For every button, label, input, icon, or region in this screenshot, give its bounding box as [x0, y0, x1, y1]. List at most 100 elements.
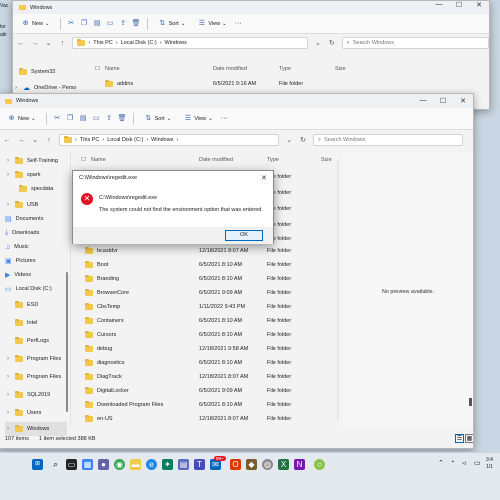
- chevron-right-icon[interactable]: ›: [5, 392, 11, 398]
- back-search-input[interactable]: ⌕ Search Windows: [341, 37, 489, 49]
- wifi-icon[interactable]: ◔: [450, 459, 454, 466]
- paste-icon[interactable]: ▤: [79, 114, 88, 123]
- chevron-down-icon[interactable]: ⌄: [314, 39, 322, 47]
- nav-item[interactable]: › Self-Training: [5, 154, 58, 168]
- minimize-icon[interactable]: —: [429, 1, 449, 9]
- nav-item[interactable]: › spark: [5, 168, 40, 182]
- table-row[interactable]: en-US 12/18/2021 8:07 AM File folder: [79, 412, 339, 426]
- chevron-right-icon[interactable]: ›: [5, 158, 11, 164]
- col-name[interactable]: Name: [105, 63, 120, 75]
- forward-arrow-icon[interactable]: →: [17, 137, 25, 144]
- chevron-down-icon[interactable]: ⌄: [45, 39, 53, 47]
- back-sort-button[interactable]: ⇅ Sort ⌄: [154, 17, 190, 30]
- preview-scroll-indicator[interactable]: [469, 398, 472, 406]
- edge-icon[interactable]: e: [146, 459, 157, 470]
- onenote-icon[interactable]: N: [294, 459, 305, 470]
- more-button[interactable]: ···: [221, 115, 228, 122]
- tray-chevron-icon[interactable]: ⌃: [438, 459, 444, 467]
- new-button[interactable]: ⊕ New ⌄: [3, 112, 40, 125]
- maximize-icon[interactable]: ☐: [449, 1, 469, 9]
- app-icon[interactable]: ✦: [162, 459, 173, 470]
- task-view-icon[interactable]: ▭: [66, 459, 77, 470]
- breadcrumb-item[interactable]: This PC: [80, 137, 100, 143]
- ok-button[interactable]: OK: [225, 230, 263, 241]
- sort-button[interactable]: ⇅ Sort ⌄: [140, 112, 176, 125]
- chevron-right-icon[interactable]: ›: [0, 244, 1, 250]
- back-address-bar[interactable]: › This PC › Local Disk (C:) › Windows: [72, 37, 308, 49]
- nav-item[interactable]: › USB: [5, 198, 38, 212]
- chrome-icon[interactable]: ◉: [114, 459, 125, 470]
- clock-date[interactable]: 1/1: [486, 464, 493, 470]
- nav-item[interactable]: specdata: [9, 182, 53, 196]
- table-row[interactable]: DigitalLocker 6/5/2021 9:09 AM File folder: [79, 384, 339, 398]
- maximize-icon[interactable]: ☐: [433, 97, 453, 105]
- delete-icon[interactable]: 🗑: [118, 114, 127, 123]
- chevron-right-icon[interactable]: ›: [5, 356, 11, 362]
- start-icon[interactable]: ⊞: [32, 459, 43, 470]
- chevron-right-icon[interactable]: ⌄: [0, 286, 1, 293]
- col-type[interactable]: Type: [267, 154, 279, 166]
- table-row[interactable]: Cursors 6/5/2021 8:10 AM File folder: [79, 328, 339, 342]
- rename-icon[interactable]: ▭: [92, 114, 101, 123]
- table-row[interactable]: Branding 6/5/2021 8:10 AM File folder: [79, 272, 339, 286]
- nav-item[interactable]: › ▶Videos: [0, 268, 31, 282]
- col-size[interactable]: Size: [335, 63, 346, 75]
- chevron-right-icon[interactable]: ›: [0, 258, 1, 264]
- table-row[interactable]: Downloaded Program Files 6/5/2021 8:10 AM…: [79, 398, 339, 412]
- nav-item[interactable]: › Users: [5, 406, 41, 420]
- nav-item[interactable]: › Program Files: [5, 370, 61, 384]
- address-bar[interactable]: › This PC › Local Disk (C:) › Windows ›: [59, 134, 279, 146]
- battery-icon[interactable]: ▭: [474, 459, 481, 467]
- refresh-icon[interactable]: ↻: [299, 136, 307, 144]
- up-arrow-icon[interactable]: ↑: [59, 40, 67, 47]
- back-arrow-icon[interactable]: ←: [17, 40, 25, 47]
- nav-item-system32[interactable]: System32: [19, 65, 55, 79]
- chevron-right-icon[interactable]: ›: [5, 410, 11, 416]
- excel-icon[interactable]: X: [278, 459, 289, 470]
- tiles-view-icon[interactable]: ▦: [465, 434, 473, 443]
- back-new-button[interactable]: ⊕ New ⌄: [17, 17, 54, 30]
- volume-icon[interactable]: ◃: [462, 459, 466, 467]
- table-row[interactable]: debug 12/18/2021 9:58 AM File folder: [79, 342, 339, 356]
- col-checkbox[interactable]: ☐: [95, 63, 100, 75]
- up-arrow-icon[interactable]: ↑: [45, 137, 53, 144]
- minimize-icon[interactable]: —: [413, 97, 433, 105]
- chevron-down-icon[interactable]: ⌄: [285, 136, 293, 144]
- col-date[interactable]: Date modified: [213, 63, 247, 75]
- back-view-button[interactable]: ☰ View ⌄: [193, 17, 230, 30]
- nav-item[interactable]: Intel: [5, 316, 37, 330]
- col-size[interactable]: Size: [321, 154, 332, 166]
- chevron-right-icon[interactable]: ›: [0, 272, 1, 278]
- chevron-right-icon[interactable]: ›: [5, 202, 11, 208]
- view-button[interactable]: ☰ View ⌄: [179, 112, 216, 125]
- chevron-down-icon[interactable]: ⌄: [31, 136, 39, 144]
- table-row[interactable]: diagnostics 6/5/2021 8:10 AM File folder: [79, 356, 339, 370]
- share-icon[interactable]: ⇪: [105, 114, 114, 123]
- breadcrumb-item[interactable]: Windows: [151, 137, 173, 143]
- back-title-bar[interactable]: Windows: [13, 1, 489, 14]
- table-row[interactable]: BrowserCore 6/5/2021 9:09 AM File folder: [79, 286, 339, 300]
- dialog-close-button[interactable]: ✕: [261, 174, 267, 182]
- breadcrumb-item[interactable]: Local Disk (C:): [107, 137, 143, 143]
- teams-icon[interactable]: T: [194, 459, 205, 470]
- front-title-bar[interactable]: Windows — ☐ ✕: [0, 94, 473, 108]
- close-icon[interactable]: ✕: [469, 1, 489, 9]
- nav-item[interactable]: › ▤Documents: [0, 212, 43, 226]
- nav-item[interactable]: ESD: [5, 298, 38, 312]
- chevron-right-icon[interactable]: ›: [0, 230, 1, 236]
- table-row[interactable]: addins 6/5/2021 9:16 AM File folder: [93, 77, 383, 91]
- col-name[interactable]: Name: [91, 154, 106, 166]
- chevron-right-icon[interactable]: ›: [5, 172, 11, 178]
- app-icon-2[interactable]: ◆: [246, 459, 257, 470]
- copy-icon[interactable]: ❐: [66, 114, 75, 123]
- office-icon[interactable]: O: [230, 459, 241, 470]
- search-icon[interactable]: ⌕: [50, 459, 61, 470]
- table-row[interactable]: Boot 6/5/2021 8:10 AM File folder: [79, 258, 339, 272]
- nav-item[interactable]: PerfLogs: [5, 334, 49, 348]
- cut-icon[interactable]: ✂: [67, 19, 76, 28]
- media-icon[interactable]: ◍: [262, 459, 273, 470]
- nav-scrollbar[interactable]: [66, 272, 68, 412]
- share-icon[interactable]: ⇪: [119, 19, 128, 28]
- breadcrumb-item[interactable]: This PC: [93, 40, 113, 46]
- col-date[interactable]: Date modified: [199, 154, 233, 166]
